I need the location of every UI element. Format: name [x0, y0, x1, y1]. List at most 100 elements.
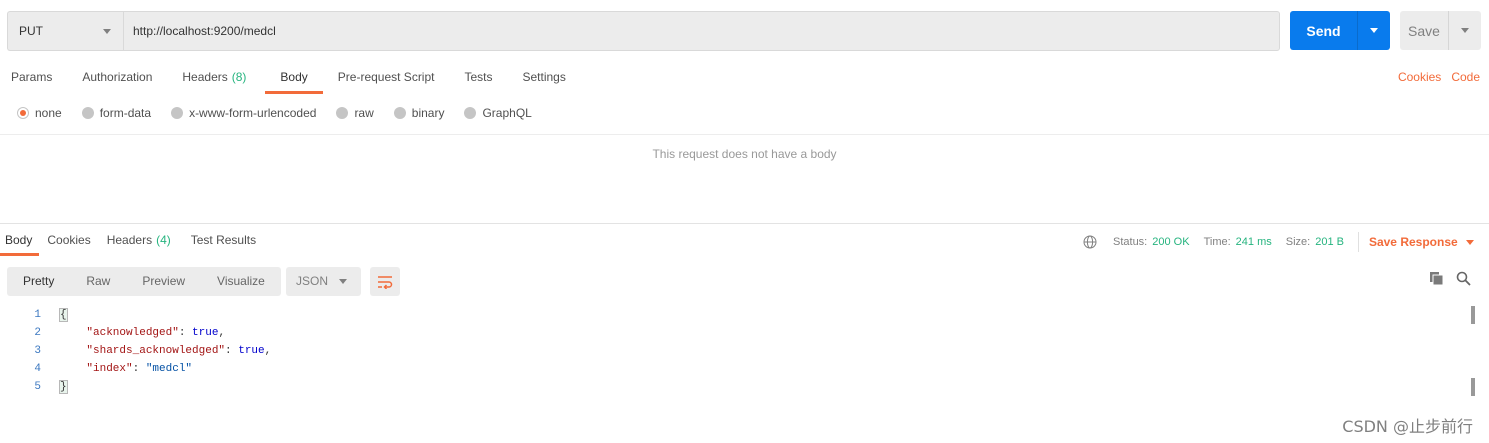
search-icon[interactable]	[1456, 271, 1471, 286]
copy-icon[interactable]	[1429, 271, 1444, 286]
tab-label: Pre-request Script	[337, 70, 435, 84]
separator	[1357, 232, 1359, 252]
method-label: PUT	[19, 24, 43, 38]
radio-raw[interactable]: raw	[336, 106, 374, 120]
tab-response-headers[interactable]: Headers (4)	[99, 228, 179, 256]
status-label: Status:	[1113, 236, 1148, 248]
radio-binary[interactable]: binary	[393, 106, 444, 120]
line-number: 1	[34, 309, 41, 321]
tab-label: Body	[5, 233, 33, 247]
wrap-icon	[378, 275, 393, 289]
line-number: 4	[34, 363, 41, 375]
tab-authorization[interactable]: Authorization	[71, 64, 163, 94]
tab-params[interactable]: Params	[0, 64, 63, 94]
method-select[interactable]: PUT	[7, 11, 123, 51]
scrollbar-marker[interactable]	[1471, 306, 1475, 324]
code-line: 4 "index": "medcl"	[0, 360, 271, 378]
cookies-link[interactable]: Cookies	[1398, 70, 1441, 84]
line-number: 3	[34, 345, 41, 357]
radio-label: GraphQL	[482, 106, 532, 120]
json-comma: ,	[218, 327, 226, 339]
radio-label: x-www-form-urlencoded	[189, 106, 317, 120]
chevron-down-icon	[1461, 28, 1469, 33]
time-value[interactable]: 241 ms	[1236, 236, 1272, 248]
send-button[interactable]: Send	[1290, 11, 1390, 50]
code-brace: {	[59, 308, 68, 322]
save-button[interactable]: Save	[1400, 11, 1481, 50]
format-visualize[interactable]: Visualize	[201, 267, 281, 296]
body-type-radios: none form-data x-www-form-urlencoded raw…	[17, 106, 552, 120]
save-label: Save	[1400, 11, 1449, 50]
code-link[interactable]: Code	[1451, 70, 1480, 84]
radio-icon	[171, 107, 184, 119]
language-label: JSON	[296, 274, 329, 288]
radio-x-www-form-urlencoded[interactable]: x-www-form-urlencoded	[171, 106, 316, 120]
tab-headers[interactable]: Headers (8)	[171, 64, 257, 94]
tab-label: Test Results	[190, 233, 257, 247]
json-value: true	[238, 345, 265, 357]
radio-icon	[336, 107, 349, 119]
send-options-button[interactable]	[1358, 11, 1390, 50]
status-value[interactable]: 200 OK	[1152, 236, 1189, 248]
tab-label: Tests	[464, 70, 493, 84]
request-tabs: Params Authorization Headers (8) Body Pre…	[0, 64, 577, 94]
tab-label: Headers	[182, 70, 228, 84]
scrollbar-marker[interactable]	[1471, 378, 1475, 396]
chevron-down-icon	[1465, 239, 1474, 245]
json-value: true	[192, 327, 219, 339]
radio-label: raw	[354, 106, 374, 120]
json-key: "index"	[86, 363, 133, 375]
tab-test-results[interactable]: Test Results	[183, 228, 264, 256]
wrap-lines-button[interactable]	[370, 267, 400, 296]
save-options-button[interactable]	[1449, 11, 1481, 50]
format-pretty[interactable]: Pretty	[7, 267, 70, 296]
json-comma: ,	[264, 345, 272, 357]
response-divider[interactable]	[0, 223, 1489, 224]
code-line: 2 "acknowledged": true,	[0, 324, 271, 342]
radio-label: none	[35, 106, 62, 120]
url-bar: PUT	[7, 11, 1280, 51]
tab-label: Settings	[522, 70, 566, 84]
code-brace: }	[59, 380, 68, 394]
line-number: 2	[34, 327, 41, 339]
radio-icon	[393, 107, 406, 119]
radio-form-data[interactable]: form-data	[81, 106, 151, 120]
size-value[interactable]: 201 B	[1315, 236, 1344, 248]
radio-icon	[81, 107, 94, 119]
tab-response-cookies[interactable]: Cookies	[39, 228, 98, 256]
headers-count: (8)	[231, 70, 247, 84]
response-tools	[1429, 271, 1471, 286]
divider	[0, 134, 1489, 135]
format-preview[interactable]: Preview	[126, 267, 201, 296]
response-body-editor[interactable]: 1 { 2 "acknowledged": true, 3 "shards_ac…	[0, 306, 271, 396]
language-select[interactable]: JSON	[286, 267, 361, 296]
tab-response-body[interactable]: Body	[0, 228, 40, 256]
code-line: 1 {	[0, 306, 271, 324]
format-raw[interactable]: Raw	[70, 267, 126, 296]
tab-pre-request-script[interactable]: Pre-request Script	[327, 64, 446, 94]
size-label: Size:	[1285, 236, 1311, 248]
radio-none[interactable]: none	[17, 106, 62, 120]
code-line: 3 "shards_acknowledged": true,	[0, 342, 271, 360]
radio-icon	[464, 107, 477, 119]
globe-icon[interactable]	[1083, 235, 1097, 249]
radio-selected-icon	[17, 107, 29, 119]
chevron-down-icon	[103, 29, 111, 34]
code-line: 5 }	[0, 378, 271, 396]
url-input[interactable]	[123, 11, 1280, 51]
chevron-down-icon	[1370, 28, 1378, 33]
chevron-down-icon	[339, 279, 347, 284]
send-label: Send	[1290, 11, 1358, 50]
radio-graphql[interactable]: GraphQL	[464, 106, 532, 120]
json-key: "acknowledged"	[86, 327, 179, 339]
json-value: "medcl"	[145, 363, 193, 375]
request-links: Cookies Code	[1398, 70, 1480, 84]
empty-body-message: This request does not have a body	[652, 147, 837, 161]
save-response-button[interactable]: Save Response	[1369, 235, 1474, 249]
tab-label: Params	[11, 70, 53, 84]
json-key: "shards_acknowledged"	[86, 345, 226, 357]
tab-label: Cookies	[47, 233, 91, 247]
tab-body[interactable]: Body	[265, 64, 323, 94]
tab-settings[interactable]: Settings	[512, 64, 577, 94]
tab-tests[interactable]: Tests	[453, 64, 503, 94]
